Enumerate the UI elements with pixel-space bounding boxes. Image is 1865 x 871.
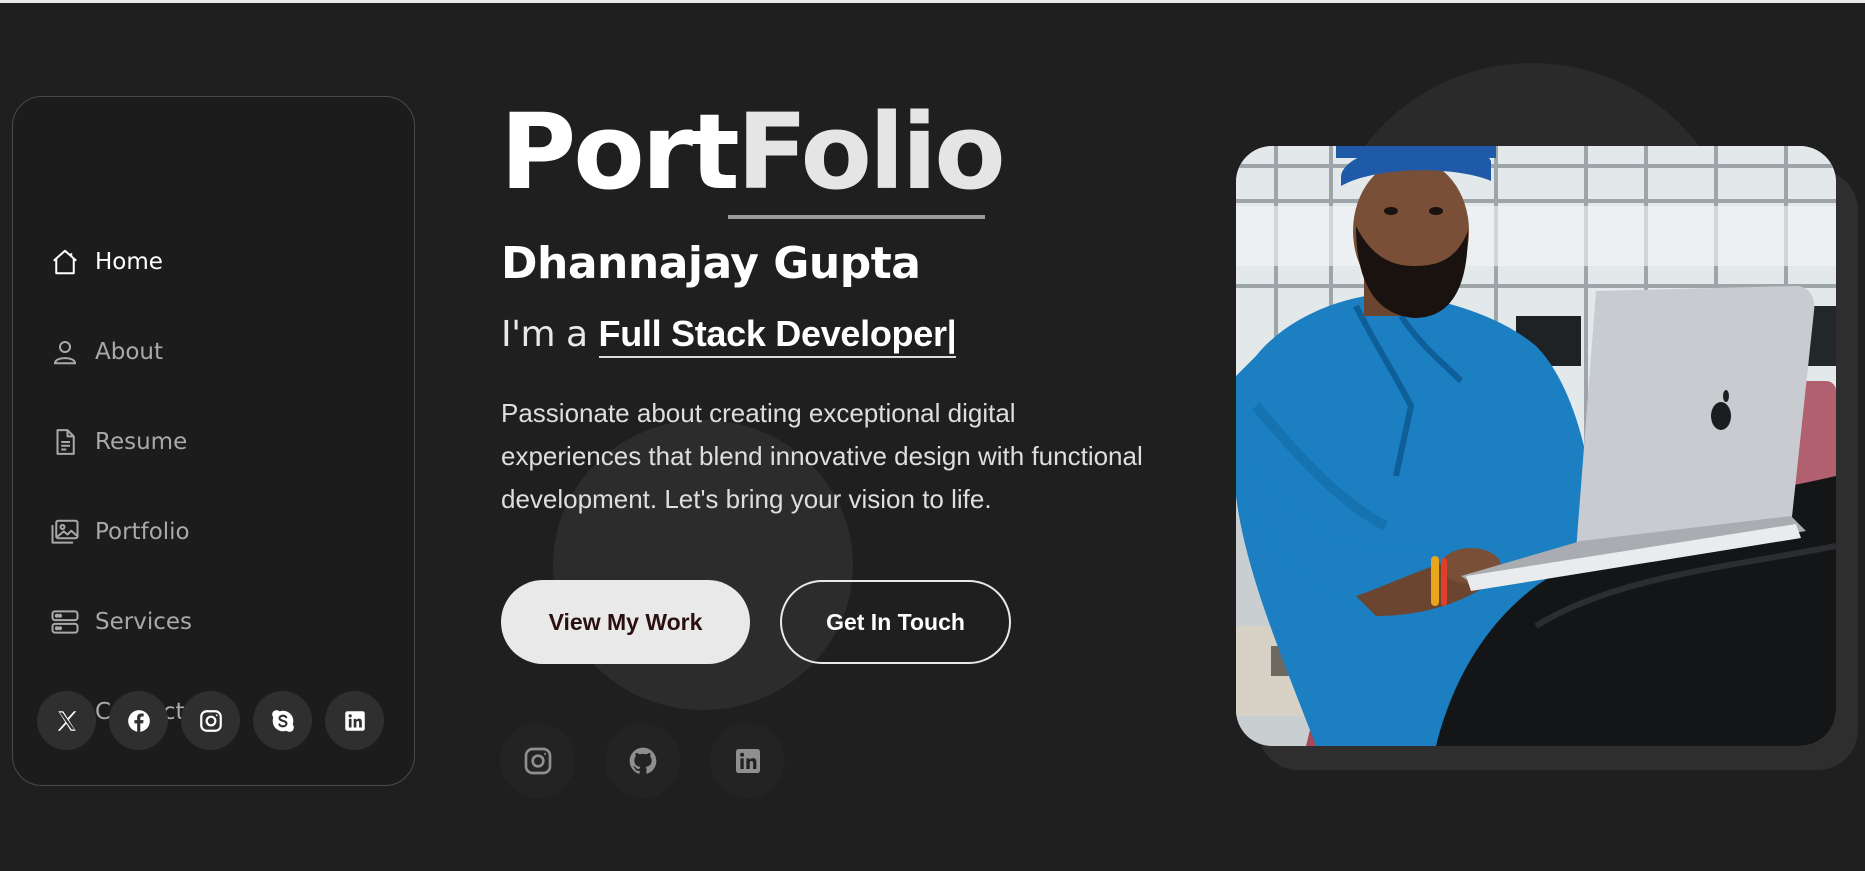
instagram-icon xyxy=(524,747,551,774)
top-border xyxy=(0,0,1865,3)
facebook-social-button[interactable] xyxy=(109,691,168,750)
x-icon xyxy=(57,710,76,731)
x-social-button[interactable] xyxy=(37,691,96,750)
role-line: I'm a Full Stack Developer| xyxy=(501,310,957,359)
sidebar-nav: Home About Resume Portfolio Services Con… xyxy=(12,96,415,786)
nav-label: Home xyxy=(95,249,163,275)
linkedin-social-button[interactable] xyxy=(325,691,384,750)
user-icon xyxy=(49,336,81,368)
view-my-work-button[interactable]: View My Work xyxy=(501,580,750,664)
get-in-touch-button[interactable]: Get In Touch xyxy=(780,580,1011,664)
nav-item-resume[interactable]: Resume xyxy=(49,420,187,464)
title-underline xyxy=(728,215,985,219)
home-icon xyxy=(49,246,81,278)
profile-photo xyxy=(1236,146,1836,746)
nav-item-portfolio[interactable]: Portfolio xyxy=(49,510,190,554)
sidebar-socials xyxy=(37,691,384,750)
nav-item-about[interactable]: About xyxy=(49,330,163,374)
title-part-2: Folio xyxy=(736,91,1006,213)
skype-icon xyxy=(271,709,294,732)
github-icon xyxy=(629,747,656,774)
instagram-link[interactable] xyxy=(500,723,575,798)
github-link[interactable] xyxy=(605,723,680,798)
instagram-social-button[interactable] xyxy=(181,691,240,750)
nav-label: Services xyxy=(95,609,192,635)
role-title: Full Stack Developer| xyxy=(598,313,957,358)
nav-label: About xyxy=(95,339,164,365)
title-part-1: Port xyxy=(500,91,740,213)
nav-label: Resume xyxy=(95,429,188,455)
linkedin-link[interactable] xyxy=(710,723,785,798)
nav-item-home[interactable]: Home xyxy=(49,240,163,284)
server-icon xyxy=(49,606,81,638)
nav-item-services[interactable]: Services xyxy=(49,600,192,644)
document-icon xyxy=(49,426,81,458)
nav-label: Portfolio xyxy=(95,519,190,545)
person-name: Dhannajay Gupta xyxy=(501,238,921,289)
skype-social-button[interactable] xyxy=(253,691,312,750)
role-prefix: I'm a xyxy=(501,314,599,355)
facebook-icon xyxy=(127,709,150,732)
hero-description: Passionate about creating exceptional di… xyxy=(501,398,1143,514)
linkedin-icon xyxy=(344,710,365,731)
instagram-icon xyxy=(199,709,222,732)
image-icon xyxy=(49,516,81,548)
page-title: PortFolio xyxy=(500,91,1006,213)
linkedin-icon xyxy=(735,748,760,773)
